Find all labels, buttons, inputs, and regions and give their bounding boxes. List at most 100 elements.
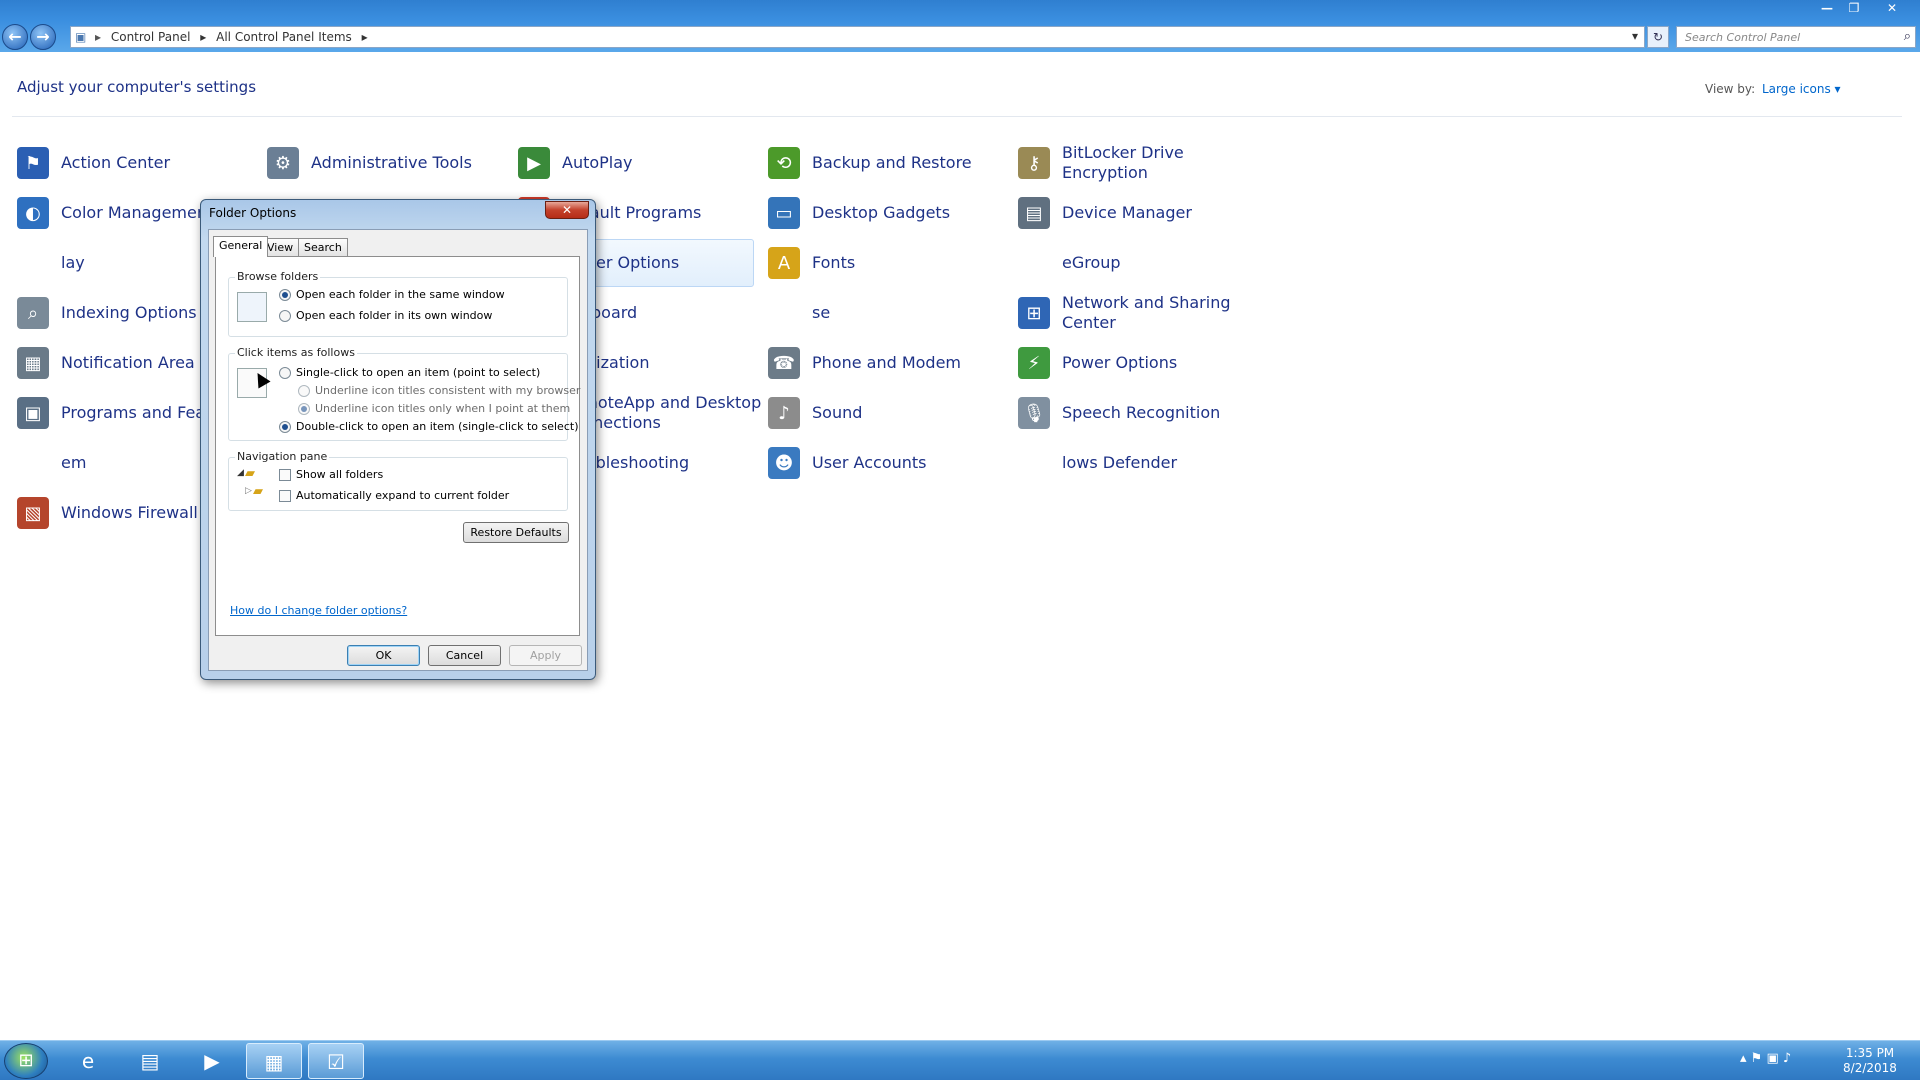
open-same-window-option[interactable]: Open each folder in the same window xyxy=(279,288,505,301)
item-label: Action Center xyxy=(61,153,171,172)
navigation-pane-group: Navigation pane ◢ ▰ ▷ ▰ Show all folders… xyxy=(228,450,568,511)
sound-icon: ♪ xyxy=(768,397,800,429)
fonts-icon: A xyxy=(768,247,800,279)
control-panel-item-action-center[interactable]: ⚑ Action Center xyxy=(13,139,253,187)
refresh-button[interactable]: ↻ xyxy=(1647,26,1669,48)
option-label: Single-click to open an item (point to s… xyxy=(296,366,541,379)
item-label: se xyxy=(812,303,831,322)
open-own-window-option[interactable]: Open each folder in its own window xyxy=(279,309,492,322)
click-items-group: Click items as follows Single-click to o… xyxy=(228,346,580,441)
breadcrumb-separator: ▸ xyxy=(200,30,207,44)
close-button[interactable]: ✕ xyxy=(1880,0,1904,16)
control-panel-item-se[interactable]: se xyxy=(764,289,1004,337)
taskbar-ie-icon[interactable]: e xyxy=(60,1043,116,1079)
item-label: eGroup xyxy=(1062,253,1121,272)
control-panel-item-bitlocker-drive-encryption[interactable]: ⚷ BitLocker Drive Encryption xyxy=(1014,139,1254,187)
control-panel-item-lows-defender[interactable]: lows Defender xyxy=(1014,439,1254,487)
breadcrumb-all-items[interactable]: All Control Panel Items xyxy=(216,30,352,44)
system-tray-icons[interactable]: ▴ ⚑ ▣ ♪ xyxy=(1740,1051,1791,1066)
forward-button[interactable]: → xyxy=(30,24,56,50)
tab-search[interactable]: Search xyxy=(298,238,348,256)
control-panel-item-autoplay[interactable]: ▶ AutoPlay xyxy=(514,139,754,187)
radio-icon[interactable] xyxy=(279,366,291,379)
single-click-option[interactable]: Single-click to open an item (point to s… xyxy=(279,366,540,379)
taskbar-media-player-icon[interactable]: ▶ xyxy=(184,1043,240,1079)
address-bar[interactable]: ▣ ▸ Control Panel ▸ All Control Panel It… xyxy=(70,26,1645,48)
radio-icon[interactable] xyxy=(279,420,291,433)
folder-options-dialog: Folder Options ✕ General View Search Bro… xyxy=(200,199,596,680)
divider xyxy=(12,116,1902,117)
control-panel-item-backup-and-restore[interactable]: ⟲ Backup and Restore xyxy=(764,139,1004,187)
item-label: BitLocker Drive Encryption xyxy=(1062,143,1184,182)
control-panel-item-power-options[interactable]: ⚡ Power Options xyxy=(1014,339,1254,387)
taskbar-folder-options-icon[interactable]: ☑ xyxy=(308,1043,364,1079)
control-panel-icon: ▣ xyxy=(75,30,87,44)
item-label: Indexing Options xyxy=(61,303,197,322)
minimize-button[interactable]: — xyxy=(1815,0,1839,16)
clock[interactable]: 1:35 PM 8/2/2018 xyxy=(1830,1046,1910,1076)
control-panel-item-network-and-sharing-center[interactable]: ⊞ Network and Sharing Center xyxy=(1014,289,1244,337)
breadcrumb-separator: ▸ xyxy=(95,30,102,44)
ok-button[interactable]: OK xyxy=(347,645,420,666)
phone-icon: ☎ xyxy=(768,347,800,379)
breadcrumb-control-panel[interactable]: Control Panel xyxy=(111,30,191,44)
control-panel-item-phone-and-modem[interactable]: ☎ Phone and Modem xyxy=(764,339,1004,387)
item-label: Color Management xyxy=(61,203,214,222)
auto-expand-option[interactable]: Automatically expand to current folder xyxy=(279,489,509,502)
item-label: Phone and Modem xyxy=(812,353,962,372)
control-panel-item-administrative-tools[interactable]: ⚙ Administrative Tools xyxy=(263,139,503,187)
control-panel-item-speech-recognition[interactable]: 🎙 Speech Recognition xyxy=(1014,389,1254,437)
address-dropdown-icon[interactable]: ▾ xyxy=(1632,29,1638,43)
folder-icon: ▰ xyxy=(245,466,255,481)
help-link[interactable]: How do I change folder options? xyxy=(230,604,407,617)
item-label: lay xyxy=(61,253,85,272)
taskbar-control-panel-icon[interactable]: ▦ xyxy=(246,1043,302,1079)
back-button[interactable]: ← xyxy=(2,24,28,50)
item-label: em xyxy=(61,453,87,472)
radio-icon[interactable] xyxy=(298,402,310,415)
item-label: User Accounts xyxy=(812,453,927,472)
browse-window-icon xyxy=(237,292,267,322)
radio-icon[interactable] xyxy=(279,309,291,322)
radio-icon[interactable] xyxy=(298,384,310,397)
autoplay-icon: ▶ xyxy=(518,147,550,179)
option-label: Show all folders xyxy=(296,468,384,481)
view-by-dropdown[interactable]: Large icons ▾ xyxy=(1762,82,1841,96)
checkbox-icon[interactable] xyxy=(279,468,291,481)
backup-icon: ⟲ xyxy=(768,147,800,179)
cancel-button[interactable]: Cancel xyxy=(428,645,501,666)
search-input[interactable]: Search Control Panel ⌕ xyxy=(1676,26,1916,48)
taskbar-explorer-icon[interactable]: ▤ xyxy=(122,1043,178,1079)
breadcrumb-separator[interactable]: ▸ xyxy=(362,30,368,44)
control-panel-item-egroup[interactable]: eGroup xyxy=(1014,239,1254,287)
dialog-close-button[interactable]: ✕ xyxy=(545,201,589,219)
start-button[interactable]: ⊞ xyxy=(4,1043,48,1079)
bitlocker-icon: ⚷ xyxy=(1018,147,1050,179)
control-panel-item-desktop-gadgets[interactable]: ▭ Desktop Gadgets xyxy=(764,189,1004,237)
radio-icon[interactable] xyxy=(279,288,291,301)
control-panel-item-sound[interactable]: ♪ Sound xyxy=(764,389,1004,437)
item-label: AutoPlay xyxy=(562,153,633,172)
control-panel-item-device-manager[interactable]: ▤ Device Manager xyxy=(1014,189,1254,237)
restore-defaults-button[interactable]: Restore Defaults xyxy=(463,522,569,543)
item-label: Desktop Gadgets xyxy=(812,203,951,222)
control-panel-item-user-accounts[interactable]: ☻ User Accounts xyxy=(764,439,1004,487)
show-all-folders-option[interactable]: Show all folders xyxy=(279,468,383,481)
apply-button[interactable]: Apply xyxy=(509,645,582,666)
underline-browser-option[interactable]: Underline icon titles consistent with my… xyxy=(298,384,580,397)
search-icon[interactable]: ⌕ xyxy=(1904,29,1911,44)
restore-button[interactable]: ❐ xyxy=(1842,0,1866,16)
item-label: Speech Recognition xyxy=(1062,403,1221,422)
tools-icon: ⚙ xyxy=(267,147,299,179)
tab-general[interactable]: General xyxy=(213,236,269,257)
item-label: Backup and Restore xyxy=(812,153,972,172)
double-click-option[interactable]: Double-click to open an item (single-cli… xyxy=(279,420,578,433)
indexing-icon: ⌕ xyxy=(17,297,49,329)
checkbox-icon[interactable] xyxy=(279,489,291,502)
underline-point-option[interactable]: Underline icon titles only when I point … xyxy=(298,402,570,415)
option-label: Automatically expand to current folder xyxy=(296,489,510,502)
title-bar: — ❐ ✕ ← → ▣ ▸ Control Panel ▸ All Contro… xyxy=(0,0,1920,52)
control-panel-item-fonts[interactable]: A Fonts xyxy=(764,239,1004,287)
flag-icon: ⚑ xyxy=(17,147,49,179)
item-label: Windows Firewall xyxy=(61,503,198,522)
